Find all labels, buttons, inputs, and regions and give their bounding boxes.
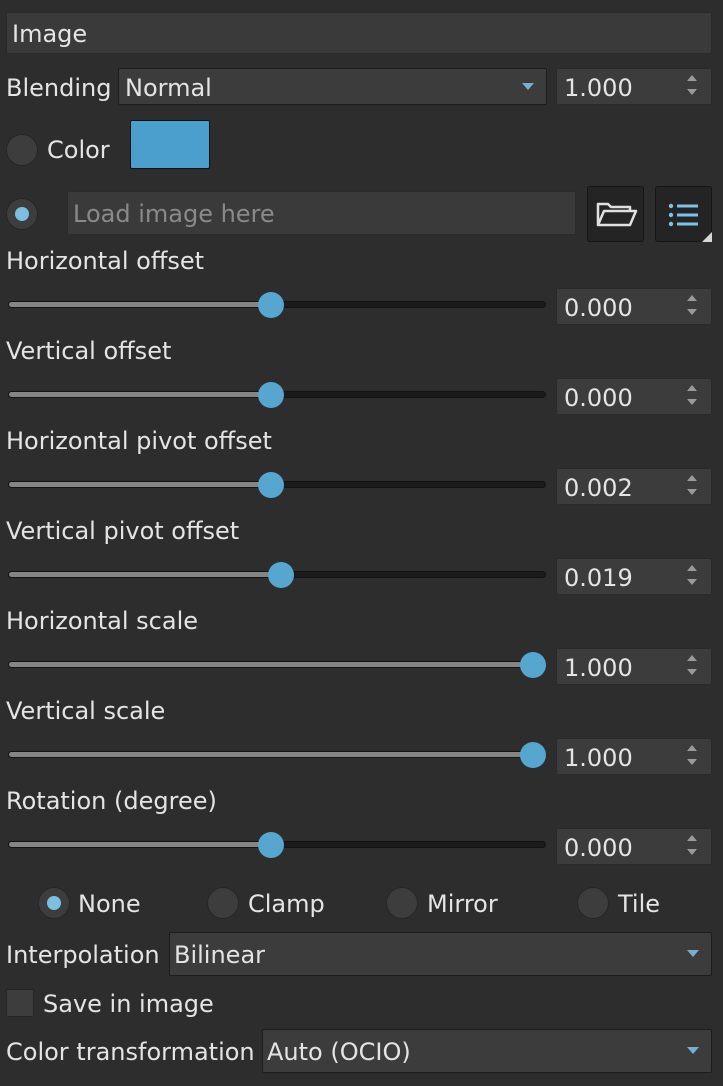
slider-value-spinbox[interactable]: 0.019: [556, 558, 712, 595]
slider-value: 0.002: [564, 474, 633, 502]
slider-value: 0.000: [564, 384, 633, 412]
slider-label: Vertical scale: [6, 697, 166, 725]
slider-track[interactable]: [8, 382, 546, 408]
wrap-clamp-label: Clamp: [248, 890, 325, 918]
section-title: Image: [12, 20, 88, 48]
slider-value: 1.000: [564, 654, 633, 682]
color-transformation-dropdown[interactable]: Auto (OCIO): [262, 1029, 712, 1073]
color-transformation-value: Auto (OCIO): [267, 1038, 411, 1066]
interpolation-value: Bilinear: [174, 941, 266, 969]
slider-fill: [9, 572, 288, 577]
slider-track[interactable]: [8, 292, 546, 318]
slider-track[interactable]: [8, 832, 546, 858]
folder-open-icon: [596, 202, 638, 227]
interpolation-dropdown[interactable]: Bilinear: [169, 932, 712, 976]
slider-fill: [9, 662, 545, 667]
slider-value-spinbox[interactable]: 1.000: [556, 738, 712, 775]
source-color-radio[interactable]: [6, 134, 38, 166]
slider-value: 1.000: [564, 744, 633, 772]
blending-mode-value: Normal: [125, 74, 212, 102]
open-folder-button[interactable]: [587, 186, 644, 242]
chevron-down-icon: [687, 1047, 699, 1054]
options-menu-button[interactable]: [655, 186, 712, 242]
slider-label: Horizontal offset: [6, 247, 205, 275]
spin-arrows-icon[interactable]: [687, 835, 697, 861]
slider-label: Vertical pivot offset: [6, 517, 240, 545]
slider-label: Vertical offset: [6, 337, 172, 365]
spin-arrows-icon[interactable]: [687, 655, 697, 681]
spin-arrows-icon[interactable]: [687, 475, 697, 501]
spin-arrows-icon[interactable]: [687, 745, 697, 771]
image-path-placeholder: Load image here: [73, 200, 275, 228]
wrap-none-label: None: [78, 890, 141, 918]
blending-opacity-spinbox[interactable]: 1.000: [556, 68, 712, 105]
slider-value: 0.000: [564, 294, 633, 322]
wrap-mirror-radio[interactable]: [386, 887, 418, 919]
wrap-tile-label: Tile: [618, 890, 661, 918]
slider-thumb[interactable]: [258, 472, 284, 498]
source-color-label: Color: [47, 136, 110, 164]
slider-value-spinbox[interactable]: 0.002: [556, 468, 712, 505]
slider-fill: [9, 752, 545, 757]
slider-thumb[interactable]: [258, 382, 284, 408]
wrap-clamp-radio[interactable]: [207, 887, 239, 919]
wrap-tile-radio[interactable]: [577, 887, 609, 919]
chevron-down-icon: [687, 950, 699, 957]
slider-label: Horizontal scale: [6, 607, 199, 635]
spin-arrows-icon[interactable]: [687, 75, 697, 101]
slider-track[interactable]: [8, 652, 546, 678]
blending-opacity-value: 1.000: [564, 74, 633, 102]
blending-label: Blending: [6, 74, 112, 102]
slider-track[interactable]: [8, 742, 546, 768]
image-path-input[interactable]: Load image here: [67, 191, 576, 235]
wrap-none-radio[interactable]: [38, 887, 70, 919]
chevron-down-icon: [522, 83, 534, 90]
slider-value-spinbox[interactable]: 1.000: [556, 648, 712, 685]
save-in-image-label: Save in image: [43, 990, 214, 1018]
slider-fill: [9, 302, 277, 307]
color-swatch[interactable]: [130, 120, 210, 169]
slider-value: 0.019: [564, 564, 633, 592]
blending-mode-dropdown[interactable]: Normal: [118, 68, 547, 105]
slider-value-spinbox[interactable]: 0.000: [556, 828, 712, 865]
slider-fill: [9, 842, 277, 847]
slider-thumb[interactable]: [520, 742, 546, 768]
slider-track[interactable]: [8, 562, 546, 588]
slider-thumb[interactable]: [258, 292, 284, 318]
slider-value-spinbox[interactable]: 0.000: [556, 288, 712, 325]
slider-track[interactable]: [8, 472, 546, 498]
slider-fill: [9, 392, 277, 397]
slider-fill: [9, 482, 277, 487]
slider-label: Rotation (degree): [6, 787, 217, 815]
spin-arrows-icon[interactable]: [687, 385, 697, 411]
save-in-image-checkbox[interactable]: [6, 989, 34, 1017]
slider-value: 0.000: [564, 834, 633, 862]
source-image-radio[interactable]: [6, 198, 38, 230]
slider-thumb[interactable]: [267, 562, 294, 588]
wrap-mirror-label: Mirror: [427, 890, 498, 918]
color-transformation-label: Color transformation: [6, 1038, 255, 1066]
slider-value-spinbox[interactable]: 0.000: [556, 378, 712, 415]
interpolation-label: Interpolation: [6, 941, 160, 969]
slider-thumb[interactable]: [520, 652, 546, 678]
spin-arrows-icon[interactable]: [687, 295, 697, 321]
section-header[interactable]: Image: [6, 12, 712, 54]
slider-thumb[interactable]: [258, 832, 284, 858]
spin-arrows-icon[interactable]: [687, 565, 697, 591]
slider-label: Horizontal pivot offset: [6, 427, 272, 455]
list-menu-icon: [668, 203, 712, 242]
